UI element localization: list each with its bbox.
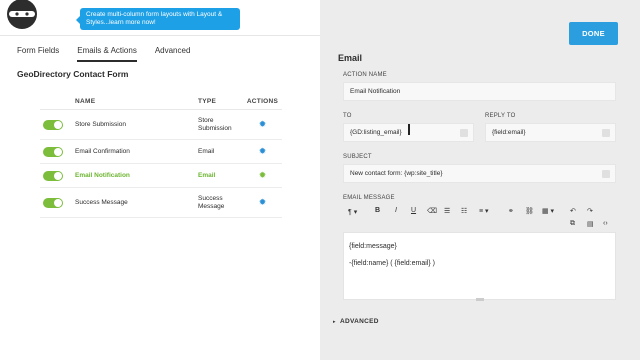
promo-text[interactable]: Create multi-column form layouts with La… <box>86 11 222 26</box>
merge-tag-icon[interactable] <box>602 170 610 178</box>
header-type: TYPE <box>198 97 217 105</box>
actions-table: NAME TYPE ACTIONS Store Submission Store… <box>40 94 282 218</box>
merge-tag-icon[interactable] <box>460 129 468 137</box>
link-icon[interactable]: ⚭ <box>508 207 514 215</box>
action-type: Store Submission <box>198 116 232 132</box>
table-row[interactable]: Store Submission Store Submission ✹ <box>40 110 282 140</box>
advanced-section-toggle[interactable]: ▸ ADVANCED <box>333 318 379 325</box>
table-row[interactable]: Success Message Success Message ✹ <box>40 188 282 218</box>
align-icon[interactable]: ≡ ▾ <box>479 207 489 215</box>
bullet-list-icon[interactable]: ☰ <box>444 207 450 215</box>
numbered-list-icon[interactable]: ☷ <box>461 207 467 215</box>
reply-to-value: {field:email} <box>492 129 526 136</box>
undo-icon[interactable]: ↶ <box>570 207 576 215</box>
subject-value: New contact form: {wp:site_title} <box>350 170 443 177</box>
promo-banner[interactable]: Create multi-column form layouts with La… <box>76 8 240 30</box>
form-title: GeoDirectory Contact Form <box>17 69 129 79</box>
editor-resize-handle[interactable] <box>476 298 484 301</box>
code-view-icon[interactable]: ‹› <box>603 220 608 227</box>
action-name[interactable]: Email Confirmation <box>75 148 198 155</box>
gear-icon[interactable]: ✹ <box>259 119 267 129</box>
to-value: {GD:listing_email} <box>350 129 402 136</box>
table-header: NAME TYPE ACTIONS <box>40 94 282 110</box>
reply-to-label: REPLY TO <box>485 113 516 119</box>
gear-icon[interactable]: ✹ <box>259 146 267 156</box>
active-toggle[interactable] <box>43 119 63 130</box>
table-row[interactable]: Email Notification Email ✹ <box>40 164 282 188</box>
reply-to-field[interactable]: {field:email} <box>485 123 616 142</box>
email-message-label: EMAIL MESSAGE <box>343 195 395 201</box>
action-name[interactable]: Store Submission <box>75 121 198 128</box>
editor-toolbar: ¶ ▾ B I U ⌫ ☰ ☷ ≡ ▾ ⚭ ⛓ ▦ ▾ ↶ ↷ ⧉ ▤ ‹› <box>343 203 616 231</box>
table-icon[interactable]: ▦ ▾ <box>542 207 554 215</box>
active-toggle[interactable] <box>43 197 63 208</box>
tab-advanced[interactable]: Advanced <box>155 46 191 62</box>
tab-form-fields[interactable]: Form Fields <box>17 46 59 62</box>
message-line: -{field:name} ( {field:email} ) <box>349 260 435 267</box>
paragraph-format-button[interactable]: ¶ ▾ <box>348 208 357 216</box>
fullscreen-icon[interactable]: ▤ <box>587 220 594 228</box>
to-label: TO <box>343 113 352 119</box>
ninja-logo[interactable] <box>0 0 60 34</box>
email-message-editor[interactable]: {field:message} -{field:name} ( {field:e… <box>343 232 616 300</box>
bold-button[interactable]: B <box>375 207 380 214</box>
active-toggle[interactable] <box>43 146 63 157</box>
subject-label: SUBJECT <box>343 154 372 160</box>
action-name-value: Email Notification <box>350 88 401 95</box>
action-name[interactable]: Email Notification <box>75 172 198 179</box>
action-name[interactable]: Success Message <box>75 199 198 206</box>
copy-format-icon[interactable]: ⧉ <box>570 220 575 228</box>
caret-right-icon: ▸ <box>333 319 336 325</box>
action-type: Success Message <box>198 194 225 210</box>
action-type: Email <box>198 171 216 179</box>
action-name-field[interactable]: Email Notification <box>343 82 616 101</box>
gear-icon[interactable]: ✹ <box>259 197 267 207</box>
underline-button[interactable]: U <box>411 207 416 214</box>
message-line: {field:message} <box>349 243 397 250</box>
active-toggle[interactable] <box>43 170 63 181</box>
text-cursor-icon <box>408 124 410 135</box>
panel-title: Email <box>338 53 363 63</box>
header-name: NAME <box>75 98 96 105</box>
eraser-icon[interactable]: ⌫ <box>427 207 437 215</box>
redo-icon[interactable]: ↷ <box>587 207 593 215</box>
merge-tag-icon[interactable] <box>602 129 610 137</box>
action-type: Email <box>198 147 215 155</box>
header-actions: ACTIONS <box>246 98 279 105</box>
gear-icon[interactable]: ✹ <box>259 170 267 180</box>
done-button[interactable]: DONE <box>569 22 618 45</box>
subject-field[interactable]: New contact form: {wp:site_title} <box>343 164 616 183</box>
table-row[interactable]: Email Confirmation Email ✹ <box>40 140 282 164</box>
form-editor-panel: Form Fields Emails & Actions Advanced Ge… <box>0 36 320 360</box>
tab-bar: Form Fields Emails & Actions Advanced <box>17 46 190 62</box>
unlink-icon[interactable]: ⛓ <box>525 207 534 215</box>
advanced-label: ADVANCED <box>340 318 379 325</box>
tab-emails-actions[interactable]: Emails & Actions <box>77 46 137 62</box>
italic-button[interactable]: I <box>395 207 397 214</box>
action-name-label: ACTION NAME <box>343 72 387 78</box>
